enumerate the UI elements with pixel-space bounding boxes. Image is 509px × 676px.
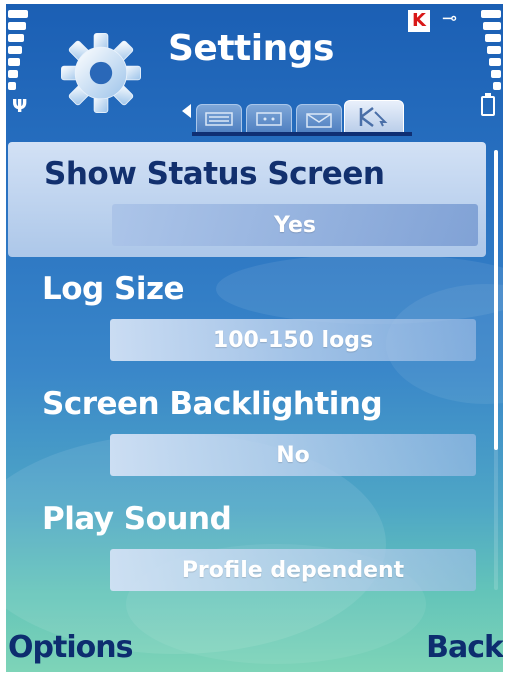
setting-label: Screen Backlighting — [42, 386, 383, 422]
tab-messages[interactable] — [296, 104, 342, 134]
setting-value-field[interactable]: 100-150 logs — [110, 319, 476, 361]
battery-level-icon — [479, 10, 501, 94]
tab-strip — [182, 96, 452, 136]
setting-label: Play Sound — [42, 501, 232, 537]
phone-screen: Ψ Settings K ⊸ Show Status Screen Yes Lo… — [6, 4, 503, 672]
usb-connection-icon: ⊸ — [442, 8, 458, 29]
status-header: Ψ Settings K ⊸ — [6, 4, 503, 136]
tab-card[interactable] — [246, 104, 292, 134]
setting-value-field[interactable]: Yes — [112, 204, 478, 246]
setting-value: 100-150 logs — [212, 327, 374, 353]
signal-strength-icon — [8, 10, 30, 94]
kaspersky-k-tab-icon — [359, 107, 388, 127]
setting-label: Show Status Screen — [44, 156, 385, 192]
antenna-icon: Ψ — [12, 96, 28, 117]
setting-log-size[interactable]: Log Size 100-150 logs — [6, 257, 488, 372]
back-softkey[interactable]: Back — [426, 630, 503, 665]
card-icon — [256, 112, 282, 126]
tab-left-arrow-icon[interactable] — [182, 104, 191, 118]
setting-value: No — [276, 442, 310, 468]
tab-keyboard[interactable] — [196, 104, 242, 134]
options-softkey[interactable]: Options — [8, 630, 133, 665]
keyboard-icon — [205, 112, 233, 126]
setting-value: Yes — [274, 212, 316, 238]
setting-value-field[interactable]: No — [110, 434, 476, 476]
setting-value-field[interactable]: Profile dependent — [110, 549, 476, 591]
scrollbar-thumb[interactable] — [494, 150, 498, 450]
setting-show-status-screen[interactable]: Show Status Screen Yes — [8, 142, 486, 257]
gear-icon — [61, 33, 141, 113]
page-title: Settings — [168, 28, 334, 69]
battery-icon — [481, 93, 495, 116]
envelope-icon — [306, 113, 332, 128]
tab-antivirus[interactable] — [344, 100, 404, 134]
setting-label: Log Size — [42, 271, 185, 307]
setting-play-sound[interactable]: Play Sound Profile dependent — [6, 487, 488, 602]
scrollbar[interactable] — [494, 150, 498, 590]
setting-screen-backlighting[interactable]: Screen Backlighting No — [6, 372, 488, 487]
settings-list: Show Status Screen Yes Log Size 100-150 … — [6, 142, 488, 602]
tab-underline — [192, 132, 412, 136]
kaspersky-k-icon: K — [408, 10, 430, 32]
setting-value: Profile dependent — [181, 557, 405, 583]
softkey-bar: Options Back — [6, 624, 503, 672]
